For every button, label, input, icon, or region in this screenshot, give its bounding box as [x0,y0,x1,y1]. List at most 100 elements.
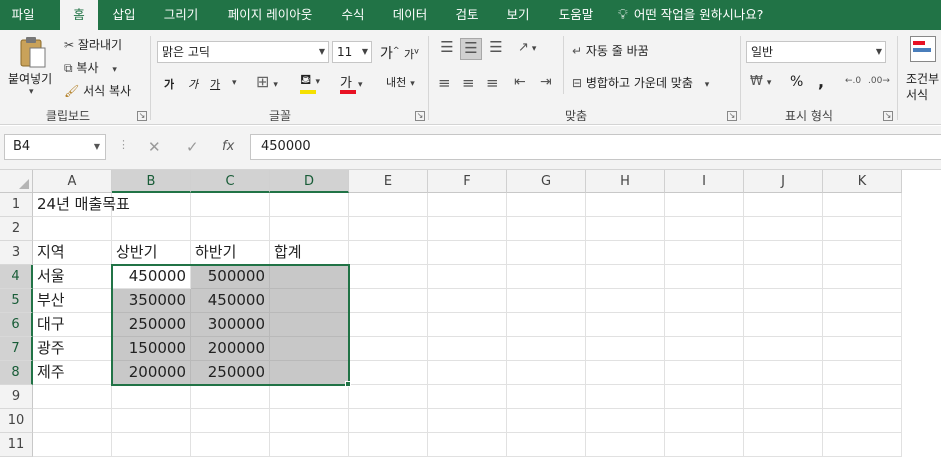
cell-c5[interactable]: 450000 [191,289,270,313]
decrease-decimal-icon[interactable]: .00→ [868,76,890,86]
cell-h8[interactable] [586,361,665,385]
cell-f10[interactable] [428,409,507,433]
cell-k2[interactable] [823,217,902,241]
cell-b4[interactable]: 450000 [112,265,191,289]
cell-d3[interactable]: 합계 [270,241,349,265]
grow-font-button[interactable]: 가^ [380,43,400,63]
percent-style-button[interactable]: % [790,74,803,90]
cell-d1[interactable] [270,193,349,217]
tab-draw[interactable]: 그리기 [156,0,206,30]
cell-c4[interactable]: 500000 [191,265,270,289]
fill-color-button[interactable]: ⛾ ▾ [300,72,320,94]
cell-h1[interactable] [586,193,665,217]
cell-h3[interactable] [586,241,665,265]
cell-b8[interactable]: 200000 [112,361,191,385]
insert-function-icon[interactable]: fx [222,139,234,154]
cell-h2[interactable] [586,217,665,241]
cell-j9[interactable] [744,385,823,409]
column-header-j[interactable]: J [744,170,823,193]
cell-c1[interactable] [191,193,270,217]
cell-d4[interactable] [270,265,349,289]
tab-help[interactable]: 도움말 [550,0,602,30]
column-header-b[interactable]: B [112,170,191,193]
cell-i1[interactable] [665,193,744,217]
row-header-7[interactable]: 7 [0,337,33,361]
column-header-h[interactable]: H [586,170,665,193]
copy-dropdown-chevron-icon[interactable]: ▾ [112,65,117,75]
paste-dropdown-chevron-icon[interactable]: ▾ [29,87,34,97]
cell-h4[interactable] [586,265,665,289]
tab-file[interactable]: 파일 [0,0,46,30]
tab-review[interactable]: 검토 [448,0,486,30]
tab-home[interactable]: 홈 [60,0,98,30]
cell-a5[interactable]: 부산 [33,289,112,313]
name-box[interactable]: B4 ▼ [4,134,106,160]
cell-j3[interactable] [744,241,823,265]
cell-h9[interactable] [586,385,665,409]
cell-a9[interactable] [33,385,112,409]
cell-f6[interactable] [428,313,507,337]
cell-i2[interactable] [665,217,744,241]
align-right-icon[interactable]: ≡ [486,74,499,92]
cell-a1[interactable]: 24년 매출목표 [33,193,130,217]
confirm-entry-icon[interactable]: ✓ [186,138,199,156]
underline-button[interactable]: 가 [210,76,220,92]
number-format-select[interactable]: 일반 ▼ [746,41,886,63]
cell-e5[interactable] [349,289,428,313]
row-header-9[interactable]: 9 [0,385,33,409]
font-family-select[interactable]: 맑은 고딕 ▼ [157,41,329,63]
cell-e11[interactable] [349,433,428,457]
cell-j5[interactable] [744,289,823,313]
wrap-text-button[interactable]: ↵ 자동 줄 바꿈 [572,42,649,59]
bold-button[interactable]: 가 [164,76,174,92]
cell-h10[interactable] [586,409,665,433]
cell-c9[interactable] [191,385,270,409]
cell-g8[interactable] [507,361,586,385]
cell-j10[interactable] [744,409,823,433]
cell-f4[interactable] [428,265,507,289]
cell-k5[interactable] [823,289,902,313]
conditional-formatting-icon[interactable] [910,36,936,62]
cell-f8[interactable] [428,361,507,385]
cell-a3[interactable]: 지역 [33,241,112,265]
decrease-indent-icon[interactable]: ⇤ [514,74,526,90]
increase-indent-icon[interactable]: ⇥ [540,74,552,90]
cell-h11[interactable] [586,433,665,457]
cell-i11[interactable] [665,433,744,457]
column-header-d[interactable]: D [270,170,349,193]
increase-decimal-icon[interactable]: ←.0 [845,76,861,86]
cell-a7[interactable]: 광주 [33,337,112,361]
cancel-entry-icon[interactable]: ✕ [148,138,161,156]
row-header-6[interactable]: 6 [0,313,33,337]
cell-j7[interactable] [744,337,823,361]
column-header-a[interactable]: A [33,170,112,193]
cell-g1[interactable] [507,193,586,217]
cell-e8[interactable] [349,361,428,385]
italic-button[interactable]: 가 [188,76,198,92]
cell-g5[interactable] [507,289,586,313]
cell-e2[interactable] [349,217,428,241]
cell-d2[interactable] [270,217,349,241]
shrink-font-button[interactable]: 가v [404,46,419,62]
cell-b1[interactable] [112,193,191,217]
cell-f2[interactable] [428,217,507,241]
align-top-icon[interactable]: ☰ [437,38,457,58]
align-left-icon[interactable]: ≡ [438,74,451,92]
formula-input[interactable]: 450000 [250,134,941,160]
chevron-down-icon[interactable]: ▾ [705,80,710,90]
cell-k1[interactable] [823,193,902,217]
cell-f9[interactable] [428,385,507,409]
cell-j2[interactable] [744,217,823,241]
cell-g3[interactable] [507,241,586,265]
cell-c7[interactable]: 200000 [191,337,270,361]
cut-button[interactable]: ✂ 잘라내기 [64,36,122,53]
cell-g7[interactable] [507,337,586,361]
cell-k10[interactable] [823,409,902,433]
row-header-8[interactable]: 8 [0,361,33,385]
font-color-button[interactable]: 가 ▾ [340,72,363,94]
number-dialog-launcher-icon[interactable]: ↘ [883,111,893,121]
cell-b3[interactable]: 상반기 [112,241,191,265]
cell-d9[interactable] [270,385,349,409]
underline-dropdown-chevron-icon[interactable]: ▾ [232,78,237,88]
cell-j1[interactable] [744,193,823,217]
